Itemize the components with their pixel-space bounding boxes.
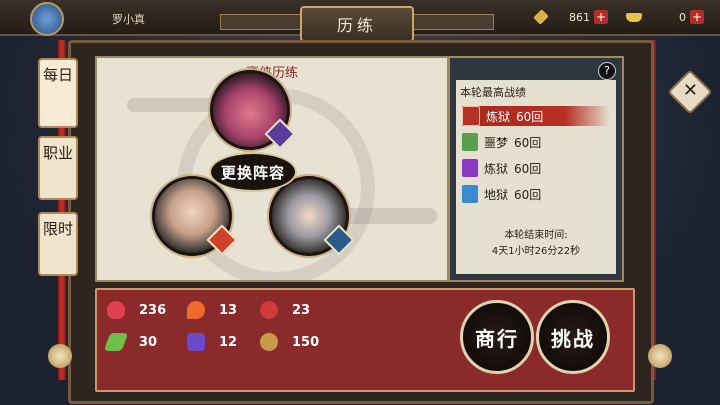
armor-icon [187,333,205,351]
record-header: 本轮最高战绩 [460,86,526,99]
close-icon: ✕ [683,80,699,102]
stat-value: 12 [219,334,238,350]
gold-ingot-icon [626,12,642,22]
difficulty-icon [462,133,478,151]
stat-fire: 13 [187,300,297,320]
record-panel: ? 本轮最高战绩 炼狱 60回 噩梦 60回 炼狱 60回 地狱 60回 本轮结… [448,56,624,282]
stat-attack: 30 [103,332,217,352]
record-inner: 本轮最高战绩 炼狱 60回 噩梦 60回 炼狱 60回 地狱 60回 本轮结束时… [456,80,616,274]
countdown-label: 本轮结束时间: [504,230,568,241]
record-value: 60回 [514,161,542,176]
heart-icon [107,301,125,319]
stat-value: 236 [139,302,167,318]
stat-hp: 236 [107,300,217,320]
coin-icon [260,333,278,351]
bell-decor [48,344,72,368]
bell-decor [648,344,672,368]
tab-limited[interactable]: 限时 [38,212,78,276]
difficulty-icon [462,159,478,177]
window-title: 历练 [300,6,414,42]
record-row: 炼狱 60回 [462,106,610,126]
shop-button[interactable]: 商行 [460,300,534,374]
add-gold-button[interactable]: + [690,10,704,24]
record-difficulty: 噩梦 [484,135,509,150]
challenge-button[interactable]: 挑战 [536,300,610,374]
tab-daily[interactable]: 每日 [38,58,78,128]
add-gem-button[interactable]: + [594,10,608,24]
stat-value: 13 [219,302,238,318]
record-value: 60回 [514,187,542,202]
stat-value: 30 [139,334,158,350]
record-difficulty: 炼狱 [486,109,511,124]
player-name: 罗小真 [112,13,145,26]
record-value: 60回 [516,109,544,124]
help-button[interactable]: ? [598,62,616,80]
fire-icon [187,301,205,319]
title-wing-left [220,14,302,30]
countdown-value: 4天1小时26分22秒 [491,246,581,257]
record-value: 60回 [514,135,542,150]
record-difficulty: 地狱 [484,187,509,202]
gem-resource: 861 + [533,9,608,25]
stat-defense: 12 [187,332,297,352]
meat-icon [260,301,278,319]
difficulty-icon [462,185,478,203]
gem-count: 861 [569,10,590,24]
swap-lineup-button[interactable]: 更换阵容 [209,152,297,192]
hero-slot-top[interactable] [210,70,296,150]
record-row: 炼狱 60回 [462,158,541,178]
gold-count: 0 [679,10,686,24]
stat-coins: 150 [260,332,370,352]
arena-panel: 豪侠历练 大漠 更换阵容 [95,56,449,282]
gem-icon [533,9,549,25]
difficulty-icon [462,106,480,126]
sword-icon [103,333,129,351]
record-row: 噩梦 60回 [462,132,541,152]
record-row: 地狱 60回 [462,184,541,204]
gold-resource: 0 + [626,9,704,25]
record-difficulty: 炼狱 [484,161,509,176]
title-wing-right [412,14,494,30]
tab-profession[interactable]: 职业 [38,136,78,200]
stat-food: 23 [260,300,370,320]
stat-value: 23 [292,302,311,318]
stat-value: 150 [292,334,320,350]
player-avatar[interactable] [30,2,64,36]
hero-slot-right[interactable] [269,176,355,256]
hero-slot-left[interactable] [152,176,238,256]
